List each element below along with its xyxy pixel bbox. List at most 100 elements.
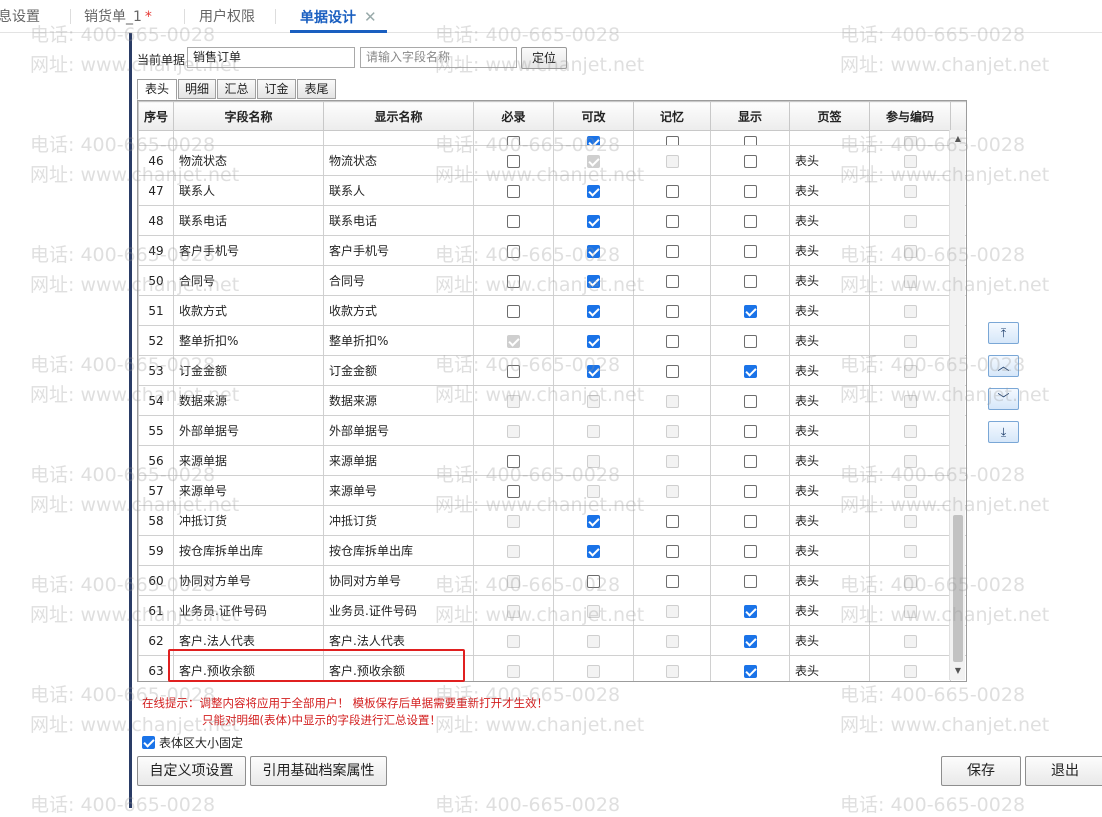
display-name-cell[interactable]: 来源单据 [323,445,474,476]
custom-items-button[interactable]: 自定义项设置 [137,756,246,786]
show-checkbox[interactable] [743,244,757,258]
editable-checkbox[interactable] [587,574,600,588]
table-row[interactable]: 49 客户手机号 客户手机号 表头 [138,235,966,266]
display-name-cell[interactable]: 联系人 [323,175,474,206]
display-name-cell[interactable]: 整单折扣% [323,325,474,356]
tab-document-design[interactable]: 单据设计 ✕ [290,0,387,33]
exit-button[interactable]: 退出 [1025,756,1102,786]
tab-sales-delivery[interactable]: 销货单_1 * [84,0,152,33]
row-checkbox[interactable] [587,136,600,145]
subtab-detail[interactable]: 明细 [178,79,216,99]
table-row[interactable]: 55 外部单据号 外部单据号 表头 [138,415,966,446]
show-checkbox[interactable] [743,304,757,318]
save-button[interactable]: 保存 [941,756,1021,786]
page-tab-cell[interactable]: 表头 [789,385,870,416]
required-checkbox[interactable] [507,274,520,288]
page-tab-cell[interactable]: 表头 [789,535,870,566]
table-row[interactable]: 53 订金金额 订金金额 表头 [138,355,966,386]
display-name-cell[interactable]: 客户.法人代表 [323,625,474,656]
scroll-up-arrow-icon[interactable]: ▲ [950,132,966,146]
show-checkbox[interactable] [743,214,757,228]
display-name-cell[interactable]: 物流状态 [323,145,474,176]
subtab-deposit[interactable]: 订金 [257,79,296,99]
page-tab-cell[interactable]: 表头 [789,445,870,476]
field-search-input[interactable]: 请输入字段名称 [360,47,517,68]
memory-checkbox[interactable] [665,304,679,318]
grid-vertical-scrollbar[interactable]: ▲ ▼ [949,130,965,680]
page-tab-cell[interactable]: 表头 [789,625,870,656]
show-checkbox[interactable] [743,274,757,288]
page-tab-cell[interactable]: 表头 [789,235,870,266]
current-document-select[interactable]: 销售订单 [187,47,355,68]
fixed-body-area-checkbox[interactable] [142,736,155,749]
display-name-cell[interactable]: 数据来源 [323,385,474,416]
editable-checkbox[interactable] [587,514,600,528]
memory-checkbox[interactable] [665,274,679,288]
table-row[interactable]: 51 收款方式 收款方式 表头 [138,295,966,326]
required-checkbox[interactable] [507,244,520,258]
page-tab-cell[interactable]: 表头 [789,175,870,206]
scrollbar-thumb[interactable] [953,515,963,662]
page-tab-cell[interactable]: 表头 [789,355,870,386]
display-name-cell[interactable]: 订金金额 [323,355,474,386]
display-name-cell[interactable]: 业务员.证件号码 [323,595,474,626]
page-tab-cell[interactable]: 表头 [789,325,870,356]
memory-checkbox[interactable] [665,514,679,528]
editable-checkbox[interactable] [587,334,600,348]
subtab-footer[interactable]: 表尾 [297,79,336,99]
page-tab-cell[interactable]: 表头 [789,595,870,626]
memory-checkbox[interactable] [665,574,679,588]
show-checkbox[interactable] [743,394,757,408]
display-name-cell[interactable]: 客户.预收余额 [323,655,474,681]
move-down-button[interactable]: ﹀ [988,388,1019,410]
table-row[interactable]: 56 来源单据 来源单据 表头 [138,445,966,476]
table-row[interactable]: 60 协同对方单号 协同对方单号 表头 [138,565,966,596]
display-name-cell[interactable]: 客户手机号 [323,235,474,266]
show-checkbox[interactable] [743,514,757,528]
memory-checkbox[interactable] [665,544,679,558]
required-checkbox[interactable] [507,484,520,498]
tab-info-settings[interactable]: 息设置 [0,0,40,33]
table-row[interactable]: 57 来源单号 来源单号 表头 [138,475,966,506]
show-checkbox[interactable] [743,454,757,468]
show-checkbox[interactable] [743,634,757,648]
table-row[interactable]: 58 冲抵订货 冲抵订货 表头 [138,505,966,536]
required-checkbox[interactable] [507,364,520,378]
required-checkbox[interactable] [507,154,520,168]
fixed-body-area-option[interactable]: 表体区大小固定 [142,734,243,751]
row-checkbox[interactable] [507,136,520,145]
page-tab-cell[interactable]: 表头 [789,505,870,536]
editable-checkbox[interactable] [587,184,600,198]
display-name-cell[interactable]: 协同对方单号 [323,565,474,596]
show-checkbox[interactable] [743,364,757,378]
table-row[interactable]: 46 物流状态 物流状态 表头 [138,145,966,176]
row-checkbox[interactable] [743,136,757,145]
display-name-cell[interactable]: 冲抵订货 [323,505,474,536]
display-name-cell[interactable]: 合同号 [323,265,474,296]
display-name-cell[interactable]: 收款方式 [323,295,474,326]
row-checkbox[interactable] [665,136,679,145]
page-tab-cell[interactable]: 表头 [789,145,870,176]
editable-checkbox[interactable] [587,274,600,288]
show-checkbox[interactable] [743,604,757,618]
editable-checkbox[interactable] [587,214,600,228]
show-checkbox[interactable] [743,184,757,198]
memory-checkbox[interactable] [665,244,679,258]
editable-checkbox[interactable] [587,544,600,558]
display-name-cell[interactable]: 外部单据号 [323,415,474,446]
tab-user-permissions[interactable]: 用户权限 [199,0,255,33]
required-checkbox[interactable] [507,184,520,198]
table-row[interactable]: 63 客户.预收余额 客户.预收余额 表头 [138,655,966,681]
required-checkbox[interactable] [507,214,520,228]
editable-checkbox[interactable] [587,364,600,378]
table-row[interactable]: 48 联系电话 联系电话 表头 [138,205,966,236]
scroll-down-arrow-icon[interactable]: ▼ [950,664,966,678]
table-row[interactable]: 62 客户.法人代表 客户.法人代表 表头 [138,625,966,656]
page-tab-cell[interactable]: 表头 [789,565,870,596]
subtab-summary[interactable]: 汇总 [217,79,256,99]
table-row[interactable]: 47 联系人 联系人 表头 [138,175,966,206]
show-checkbox[interactable] [743,484,757,498]
show-checkbox[interactable] [743,154,757,168]
show-checkbox[interactable] [743,664,757,678]
show-checkbox[interactable] [743,574,757,588]
